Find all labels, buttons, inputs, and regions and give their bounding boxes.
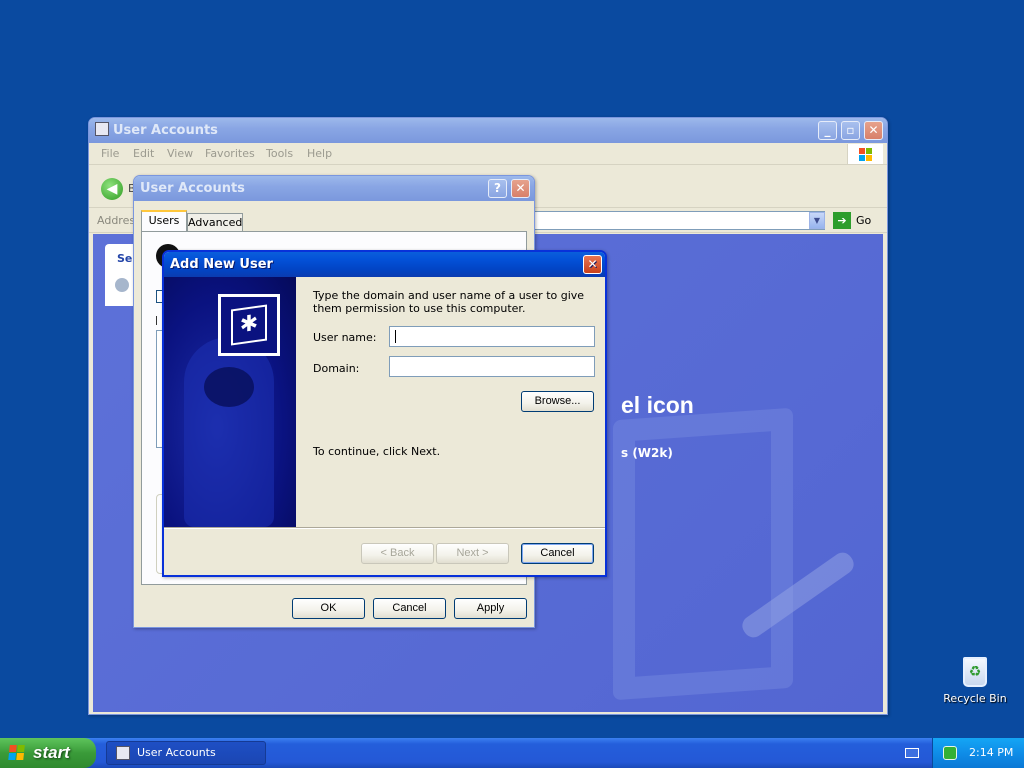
tab-advanced[interactable]: Advanced [187, 213, 243, 232]
add-user-titlebar[interactable]: Add New User ✕ [164, 252, 605, 277]
menu-view[interactable]: View [167, 143, 193, 165]
add-new-user-dialog: Add New User ✕ ✱ Type the domain and use… [162, 250, 607, 577]
browse-button[interactable]: Browse... [521, 391, 594, 412]
address-label: Addres [97, 214, 136, 227]
start-windows-logo-icon [8, 745, 26, 761]
username-label: User name: [313, 331, 377, 344]
close-button[interactable]: ✕ [864, 121, 883, 140]
ua-cancel-button[interactable]: Cancel [373, 598, 446, 619]
start-label: start [33, 743, 70, 762]
cancel-button[interactable]: Cancel [521, 543, 594, 564]
ua-close-button[interactable]: ✕ [511, 179, 530, 198]
menu-bar: File Edit View Favorites Tools Help [89, 143, 887, 165]
banner-figure [184, 337, 274, 527]
go-label[interactable]: Go [856, 214, 871, 227]
keyboard-icon[interactable] [905, 748, 919, 758]
recycle-bin-label: Recycle Bin [943, 692, 1007, 705]
banner-head [204, 367, 254, 407]
taskbar: start User Accounts 2:14 PM [0, 738, 1024, 768]
add-user-close-button[interactable]: ✕ [583, 255, 602, 274]
back-button[interactable]: < Back [361, 543, 434, 564]
taskbar-item-label: User Accounts [137, 746, 216, 759]
wizard-banner: ✱ [164, 277, 296, 527]
window-app-icon [95, 122, 109, 136]
settings-icon [115, 278, 129, 292]
menu-favorites[interactable]: Favorites [205, 143, 255, 165]
text-cursor [395, 330, 396, 343]
next-button[interactable]: Next > [436, 543, 509, 564]
minimize-button[interactable]: _ [818, 121, 837, 140]
control-panel-heading: el icon [621, 392, 694, 418]
taskbar-item-icon [116, 746, 130, 760]
start-button[interactable]: start [0, 738, 96, 768]
domain-input[interactable] [389, 356, 595, 377]
main-window-title: User Accounts [113, 123, 218, 138]
address-input[interactable] [529, 211, 825, 230]
help-button[interactable]: ? [488, 179, 507, 198]
address-dropdown-icon[interactable]: ▼ [809, 212, 825, 229]
menu-help[interactable]: Help [307, 143, 332, 165]
recycle-bin-icon: ♻ [963, 657, 987, 687]
system-tray: 2:14 PM [932, 738, 1024, 768]
continue-text: To continue, click Next. [313, 445, 441, 458]
control-panel-subheading: s (W2k) [621, 446, 673, 460]
recycle-bin-shortcut[interactable]: ♻ Recycle Bin [940, 655, 1010, 711]
apply-button[interactable]: Apply [454, 598, 527, 619]
wizard-separator [164, 527, 605, 529]
maximize-button[interactable]: ▫ [841, 121, 860, 140]
clock: 2:14 PM [969, 746, 1014, 759]
network-icon[interactable] [943, 746, 957, 760]
wizard-content: Type the domain and user name of a user … [296, 277, 605, 527]
username-input[interactable] [389, 326, 595, 347]
sidebar-panel: Se [105, 244, 135, 306]
windows-logo-icon [847, 144, 883, 164]
ua-dialog-titlebar[interactable]: User Accounts ? ✕ [134, 176, 534, 201]
main-window-titlebar[interactable]: User Accounts _ ▫ ✕ [89, 118, 887, 143]
menu-edit[interactable]: Edit [133, 143, 154, 165]
go-arrow-icon[interactable]: ➔ [833, 212, 851, 229]
sidebar-title: Se [117, 252, 133, 265]
taskbar-item-user-accounts[interactable]: User Accounts [106, 741, 266, 765]
menu-tools[interactable]: Tools [266, 143, 293, 165]
domain-label: Domain: [313, 362, 360, 375]
menu-file[interactable]: File [101, 143, 119, 165]
user-key-icon: ✱ [218, 294, 280, 356]
back-arrow-icon[interactable]: ◀ [101, 178, 123, 200]
ok-button[interactable]: OK [292, 598, 365, 619]
add-user-title: Add New User [170, 257, 273, 272]
instruction-text: Type the domain and user name of a user … [313, 289, 585, 315]
tab-users[interactable]: Users [141, 210, 187, 232]
ua-dialog-title: User Accounts [140, 181, 245, 196]
